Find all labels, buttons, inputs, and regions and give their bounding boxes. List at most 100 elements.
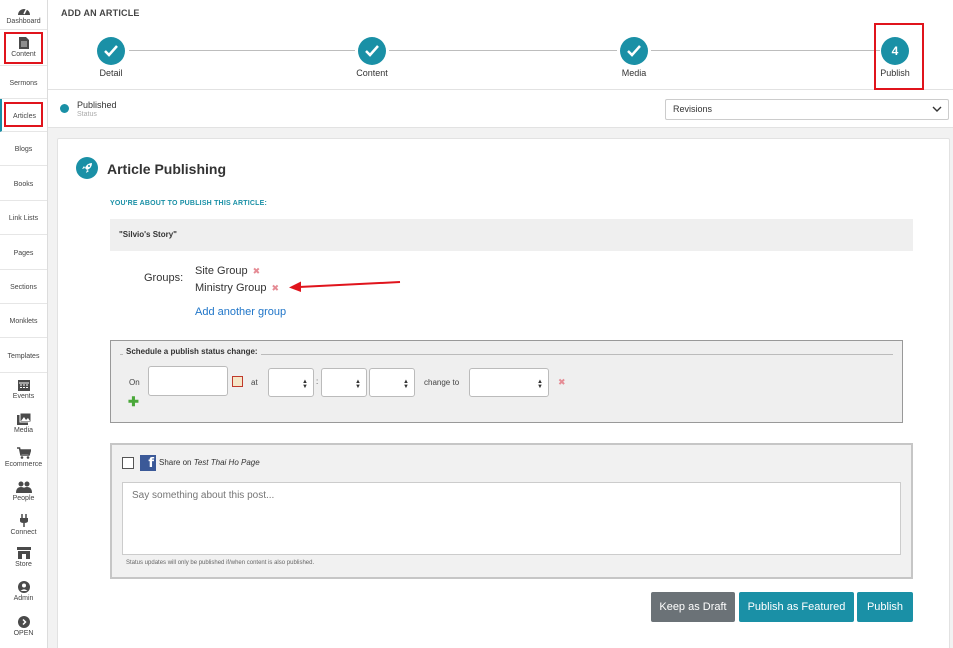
ampm-select[interactable]: ▲ ▼ <box>369 368 415 397</box>
sidebar-item-label: Sermons <box>9 79 38 87</box>
rocket-icon <box>76 157 98 179</box>
updown-icon: ▲ ▼ <box>355 379 361 390</box>
status-value: Published <box>77 100 117 110</box>
sidebar-item-label: Books <box>13 180 34 188</box>
sidebar-item-people[interactable]: People <box>0 474 47 508</box>
publish-as-featured-button[interactable]: Publish as Featured <box>739 592 854 622</box>
step-number: 4 <box>881 37 909 65</box>
sidebar-item-label: Monklets <box>9 318 38 325</box>
updown-icon: ▲ ▼ <box>403 379 409 390</box>
sidebar-item-label: Ecommerce <box>4 460 43 468</box>
status-dot-icon <box>60 104 69 113</box>
sidebar-item-label: Templates <box>7 352 40 360</box>
step-label: Publish <box>880 68 910 78</box>
minute-select[interactable]: ▲ ▼ <box>321 368 367 397</box>
time-separator: : <box>316 377 319 386</box>
facebook-icon: f <box>140 455 156 471</box>
sidebar-item-label: Store <box>15 561 32 568</box>
sidebar-item-pages[interactable]: Pages <box>0 235 47 270</box>
checkmark-icon <box>358 37 386 65</box>
people-icon <box>15 481 32 493</box>
sidebar-item-label: People <box>12 494 35 502</box>
updown-icon: ▲ ▼ <box>302 379 308 390</box>
user-icon <box>17 580 30 593</box>
share-panel: f Share on Test Thai Ho Page Status upda… <box>110 443 913 579</box>
groups-label: Groups: <box>144 272 184 284</box>
sidebar-open-button[interactable]: OPEN <box>0 608 47 644</box>
add-schedule-icon[interactable]: ✚ <box>128 394 139 410</box>
sidebar-item-label: OPEN <box>13 629 34 637</box>
share-note: Status updates will only be published if… <box>126 560 315 566</box>
step-connector <box>129 50 355 51</box>
schedule-date-input[interactable] <box>148 366 228 396</box>
sidebar-item-label: Dashboard <box>6 18 41 25</box>
sidebar-item-label: Connect <box>10 528 37 536</box>
wizard-header: ADD AN ARTICLE Detail Content Media 4 Pu… <box>48 0 953 90</box>
step-media[interactable]: Media <box>594 37 674 78</box>
sidebar-item-connect[interactable]: Connect <box>0 508 47 541</box>
status-select[interactable]: ▲ ▼ <box>469 368 549 397</box>
share-page-name: Test Thai Ho Page <box>193 458 260 467</box>
group-item: Ministry Group ✖ <box>195 282 279 294</box>
sidebar-item-media[interactable]: Media <box>0 406 47 440</box>
group-name: Ministry Group <box>195 282 267 294</box>
sidebar-item-sections[interactable]: Sections <box>0 270 47 304</box>
dashboard-icon <box>17 7 30 15</box>
sidebar-item-label: Articles <box>13 112 36 120</box>
revisions-dropdown[interactable]: Revisions <box>665 99 949 120</box>
share-checkbox[interactable] <box>122 457 134 469</box>
remove-group-icon[interactable]: ✖ <box>272 283 280 293</box>
step-content[interactable]: Content <box>332 37 412 78</box>
group-name: Site Group <box>195 265 248 277</box>
hour-select[interactable]: ▲ ▼ <box>268 368 314 397</box>
sidebar-item-store[interactable]: Store <box>0 541 47 574</box>
store-icon <box>16 547 31 559</box>
sidebar-item-dashboard[interactable]: Dashboard <box>0 0 47 30</box>
sidebar-item-articles[interactable]: Articles <box>0 99 47 132</box>
sidebar-item-label: Sections <box>10 284 37 291</box>
share-prefix: Share on <box>159 458 192 467</box>
step-connector <box>389 50 617 51</box>
sidebar-item-templates[interactable]: Templates <box>0 338 47 373</box>
panel-title: Article Publishing <box>107 161 227 177</box>
sidebar-item-admin[interactable]: Admin <box>0 574 47 608</box>
cart-icon <box>16 446 31 459</box>
sidebar-item-link-lists[interactable]: Link Lists <box>0 201 47 235</box>
article-title: "Silvio's Story" <box>110 219 913 251</box>
sidebar-item-monklets[interactable]: Monklets <box>0 304 47 338</box>
remove-group-icon[interactable]: ✖ <box>253 266 261 276</box>
sidebar-item-label: Pages <box>13 249 34 257</box>
schedule-legend: Schedule a publish status change: <box>123 347 261 356</box>
sidebar-item-books[interactable]: Books <box>0 166 47 201</box>
sidebar-item-events[interactable]: Events <box>0 373 47 406</box>
annotation-arrow-icon <box>289 281 401 292</box>
calendar-icon[interactable] <box>232 376 243 387</box>
sidebar-item-label: Admin <box>13 594 34 602</box>
page-title: ADD AN ARTICLE <box>61 8 140 18</box>
publishing-panel: Article Publishing YOU'RE ABOUT TO PUBLI… <box>57 138 950 648</box>
keep-as-draft-button[interactable]: Keep as Draft <box>651 592 735 622</box>
revisions-label: Revisions <box>673 104 713 114</box>
add-group-link[interactable]: Add another group <box>195 306 286 318</box>
sidebar-item-label: Blogs <box>14 146 33 153</box>
step-detail[interactable]: Detail <box>71 37 151 78</box>
publish-button[interactable]: Publish <box>857 592 913 622</box>
calendar-icon <box>17 380 30 391</box>
share-label: Share on Test Thai Ho Page <box>159 458 260 467</box>
sidebar-item-content[interactable]: Content <box>0 30 47 66</box>
step-label: Detail <box>99 68 123 78</box>
sidebar-item-sermons[interactable]: Sermons <box>0 66 47 99</box>
plug-icon <box>19 513 28 527</box>
step-publish[interactable]: 4 Publish <box>855 37 935 78</box>
step-label: Media <box>621 68 647 78</box>
document-icon <box>18 37 29 49</box>
remove-schedule-icon[interactable]: ✖ <box>558 377 566 388</box>
schedule-fieldset: Schedule a publish status change: On at … <box>110 340 903 423</box>
sidebar-item-ecommerce[interactable]: Ecommerce <box>0 440 47 474</box>
sidebar-item-blogs[interactable]: Blogs <box>0 132 47 166</box>
checkmark-icon <box>620 37 648 65</box>
share-message-input[interactable] <box>122 482 901 555</box>
change-to-label: change to <box>424 378 460 387</box>
chevron-right-icon <box>17 615 30 628</box>
status-label: Status <box>77 111 97 118</box>
